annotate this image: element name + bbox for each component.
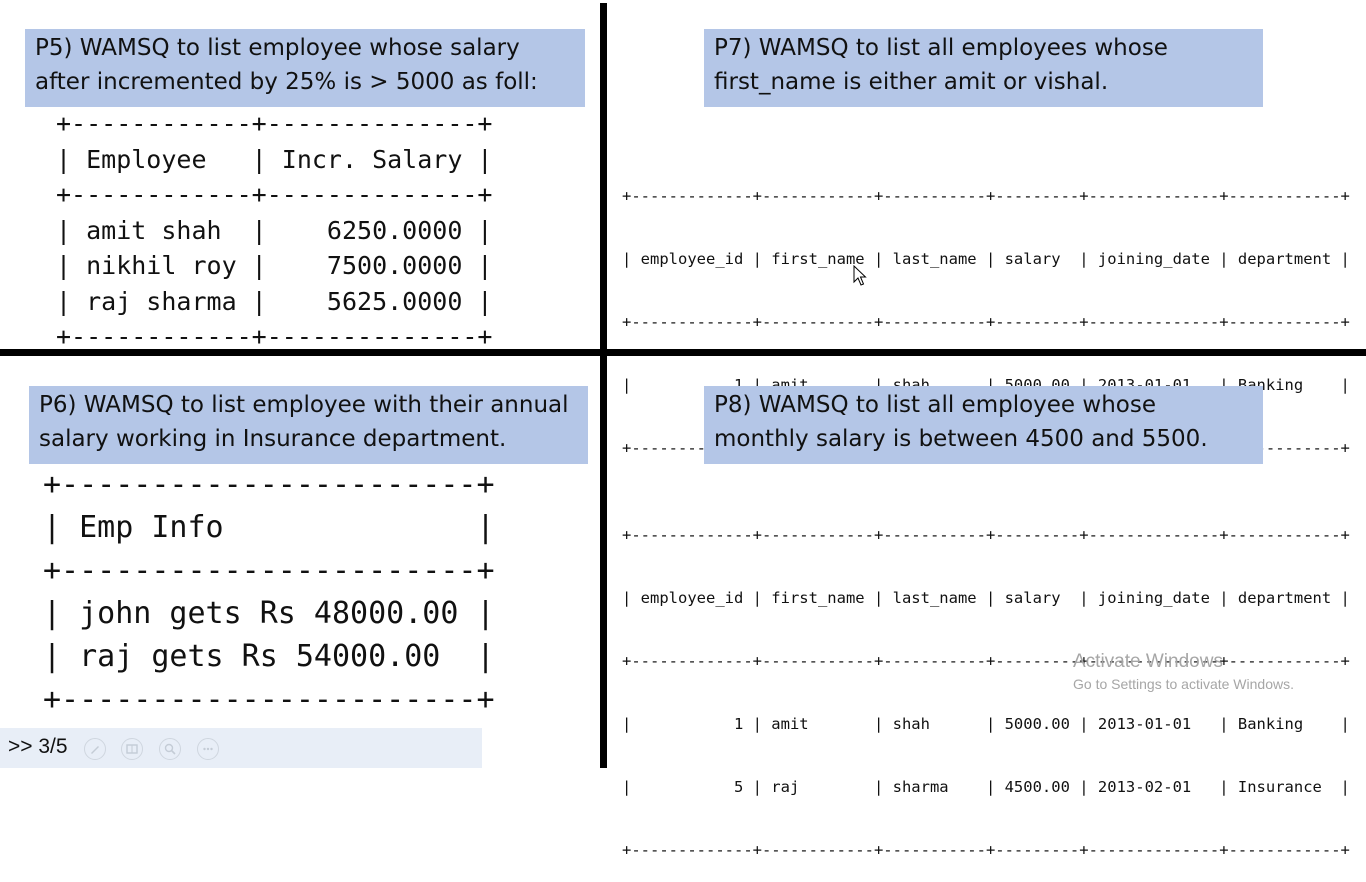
p8-table-header: | employee_id | first_name | last_name |… (622, 589, 1350, 607)
p6-table-row: | raj gets Rs 54000.00 | (43, 639, 495, 674)
pen-icon[interactable] (84, 738, 106, 760)
p6-table-header: | Emp Info | (43, 510, 495, 545)
p8-table-border: +-------------+------------+-----------+… (622, 526, 1350, 544)
slides-grid-icon[interactable] (121, 738, 143, 760)
watermark-subtitle: Go to Settings to activate Windows. (1073, 676, 1294, 692)
p8-table-row: | 1 | amit | shah | 5000.00 | 2013-01-01… (622, 715, 1350, 733)
p5-table-border: +------------+--------------+ (56, 180, 493, 209)
p6-table-row: | john gets Rs 48000.00 | (43, 596, 495, 631)
p6-result-table: +-----------------------+ | Emp Info | +… (43, 463, 495, 721)
p8-question-line-1: P8) WAMSQ to list all employee whose (714, 392, 1156, 418)
p6-question-line-2: salary working in Insurance department. (39, 426, 507, 452)
p6-table-border: +-----------------------+ (43, 553, 495, 588)
p6-table-border: +-----------------------+ (43, 682, 495, 717)
p5-question-line-1: P5) WAMSQ to list employee whose salary (35, 35, 520, 61)
p7-table-border: +-------------+------------+-----------+… (622, 313, 1350, 331)
p7-question-line-2: first_name is either amit or vishal. (714, 69, 1109, 95)
p5-table-row: | raj sharma | 5625.0000 | (56, 286, 493, 316)
p8-question-line-2: monthly salary is between 4500 and 5500. (714, 426, 1208, 452)
zoom-icon[interactable] (159, 738, 181, 760)
p6-question-line-1: P6) WAMSQ to list employee with their an… (39, 392, 569, 418)
p7-question-line-1: P7) WAMSQ to list all employees whose (714, 35, 1168, 61)
p6-table-border: +-----------------------+ (43, 467, 495, 502)
p5-table-row: | nikhil roy | 7500.0000 | (56, 251, 493, 280)
p8-table-row: | 5 | raj | sharma | 4500.00 | 2013-02-0… (622, 778, 1350, 796)
mouse-pointer-icon (853, 265, 867, 286)
p5-table-border: +------------+--------------+ (56, 322, 493, 351)
p5-table-header: | Employee | Incr. Salary | (56, 144, 493, 174)
presenter-toolbar: >> 3/5 (0, 728, 482, 768)
windows-activation-watermark: Activate Windows Go to Settings to activ… (1073, 651, 1294, 692)
p5-table-border: +------------+--------------+ (56, 109, 493, 138)
p7-table-border: +-------------+------------+-----------+… (622, 187, 1350, 205)
p5-result-table: +------------+--------------+ | Employee… (56, 106, 493, 355)
p8-table-border: +-------------+------------+-----------+… (622, 841, 1350, 859)
p5-question-box: P5) WAMSQ to list employee whose salary … (25, 29, 585, 107)
p7-question-box: P7) WAMSQ to list all employees whose fi… (704, 29, 1263, 107)
slide-counter[interactable]: >> 3/5 (8, 735, 68, 759)
p5-table-row: | amit shah | 6250.0000 | (56, 215, 493, 245)
p8-question-box: P8) WAMSQ to list all employee whose mon… (704, 386, 1263, 464)
watermark-title: Activate Windows (1073, 651, 1223, 672)
p6-question-box: P6) WAMSQ to list employee with their an… (29, 386, 588, 464)
p5-question-line-2: after incremented by 25% is > 5000 as fo… (35, 69, 538, 95)
p7-table-header: | employee_id | first_name | last_name |… (622, 250, 1350, 268)
vertical-divider (600, 3, 607, 768)
more-icon[interactable] (197, 738, 219, 760)
